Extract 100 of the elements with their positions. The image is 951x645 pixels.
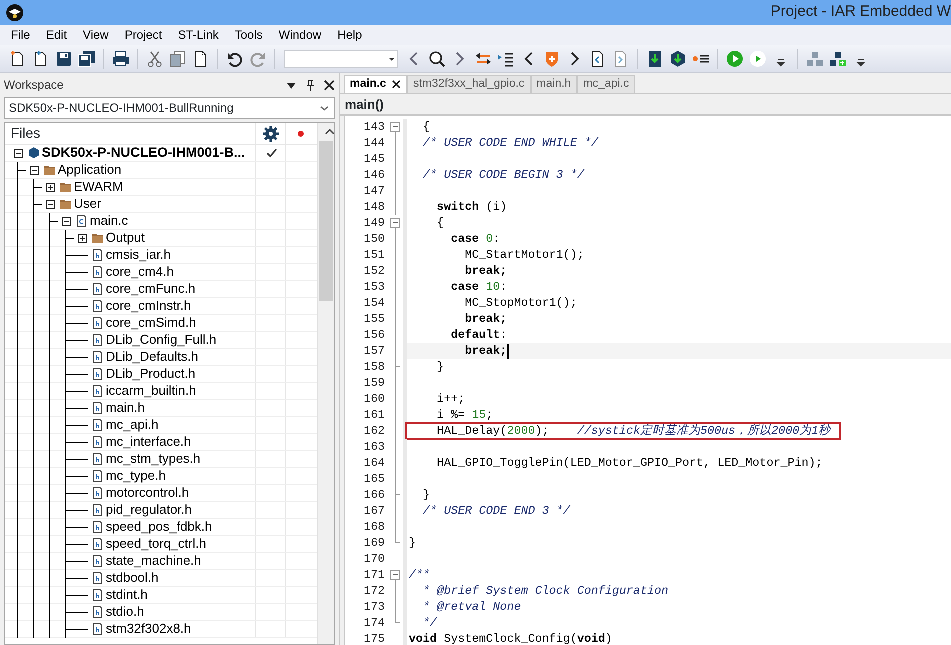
tree-item[interactable]: core_cmFunc.h <box>106 279 196 299</box>
code-line: void SystemClock_Config(void) <box>408 631 612 645</box>
tree-item[interactable]: Output <box>106 228 146 248</box>
code-line: * @brief System Clock Configuration <box>422 583 669 599</box>
header-file-icon <box>92 538 104 550</box>
tree-item[interactable]: stdbool.h <box>106 568 159 588</box>
editor-tab[interactable]: mc_api.c <box>577 75 636 93</box>
code-line: i++; <box>436 391 466 407</box>
tree-item[interactable]: mc_stm_types.h <box>106 449 201 469</box>
scrollbar-thumb[interactable] <box>319 141 333 301</box>
code-line: i %= 15; <box>436 407 494 423</box>
search-icon[interactable] <box>428 50 446 68</box>
editor-tab[interactable]: stm32f3xx_hal_gpio.c <box>407 75 531 93</box>
cut-icon[interactable] <box>146 50 164 68</box>
tree-item[interactable]: core_cm4.h <box>106 262 174 282</box>
blocks-icon[interactable] <box>806 50 824 68</box>
header-file-icon <box>92 504 104 516</box>
expand-icon[interactable] <box>46 182 54 192</box>
play-icon[interactable] <box>726 50 744 68</box>
gear-icon[interactable] <box>262 124 280 142</box>
header-file-icon <box>92 351 104 363</box>
menu-item[interactable]: Window <box>270 25 330 45</box>
tree-item[interactable]: stdint.h <box>106 585 148 605</box>
code-line: { <box>422 119 430 135</box>
expand-icon[interactable] <box>78 234 86 242</box>
tree-item[interactable]: iccarm_builtin.h <box>106 381 196 401</box>
header-file-icon <box>92 334 104 346</box>
header-file-icon <box>92 385 104 397</box>
tree-item[interactable]: DLib_Product.h <box>106 364 196 384</box>
code-line: /* USER CODE BEGIN 3 */ <box>422 167 584 183</box>
header-file-icon <box>92 300 104 312</box>
scrollbar[interactable] <box>317 123 334 644</box>
editor-tab[interactable]: main.h <box>530 75 578 93</box>
tree-item[interactable]: DLib_Defaults.h <box>106 347 198 367</box>
tree-item[interactable]: main.c <box>90 211 128 231</box>
code-line: * @retval None <box>422 599 522 615</box>
collapse-icon[interactable] <box>46 200 54 208</box>
close-icon[interactable] <box>392 80 402 89</box>
folder-icon <box>92 232 104 244</box>
tree-item[interactable]: User <box>74 194 102 214</box>
code-line: HAL_GPIO_TogglePin(LED_Motor_GPIO_Port, LED_Motor_Pin); <box>436 455 823 471</box>
header-file-icon <box>92 436 104 448</box>
menu-item[interactable]: Help <box>330 25 370 45</box>
header-file-icon <box>92 521 104 533</box>
close-icon[interactable] <box>324 80 335 90</box>
code-line: break; <box>464 343 508 359</box>
panel-title: Workspace <box>4 77 65 94</box>
tree-item[interactable]: DLib_Config_Full.h <box>106 330 217 350</box>
tree-item[interactable]: speed_torq_ctrl.h <box>106 534 206 554</box>
tree-item[interactable]: EWARM <box>74 177 124 197</box>
play-small-icon[interactable] <box>748 50 766 68</box>
code-line: MC_StartMotor1(); <box>464 247 584 263</box>
header-file-icon <box>92 572 104 584</box>
menu-item[interactable]: Tools <box>226 25 271 45</box>
menu-item[interactable]: Project <box>116 25 170 45</box>
save-icon[interactable] <box>54 50 72 68</box>
tree-item[interactable]: pid_regulator.h <box>106 500 192 520</box>
collapse-icon[interactable] <box>14 148 22 158</box>
header-file-icon <box>92 402 104 414</box>
tree-item[interactable]: state_machine.h <box>106 551 202 571</box>
tree-item[interactable]: stm32f302x8.h <box>106 619 192 639</box>
app-logo-icon <box>6 4 24 22</box>
code-line: /* USER CODE END WHILE */ <box>422 135 598 151</box>
header-file-icon <box>92 555 104 567</box>
collapse-icon[interactable] <box>30 166 38 174</box>
folder-icon <box>44 164 56 176</box>
menu-item[interactable]: File <box>3 25 38 45</box>
tree-item[interactable]: mc_api.h <box>106 415 159 435</box>
print-icon[interactable] <box>112 50 130 68</box>
tree-item[interactable]: cmsis_iar.h <box>106 245 172 265</box>
menu-item[interactable]: View <box>75 25 117 45</box>
menu-item[interactable]: ST-Link <box>170 25 227 45</box>
editor-tab[interactable]: main.c <box>344 75 408 93</box>
header-file-icon <box>92 453 104 465</box>
code-line: MC_StopMotor1(); <box>464 295 578 311</box>
tree-item[interactable]: stdio.h <box>106 602 144 622</box>
header-file-icon <box>92 623 104 635</box>
copy-icon[interactable] <box>168 50 186 68</box>
hexagon-download-icon[interactable] <box>668 50 686 68</box>
configuration-dropdown[interactable]: SDK50x-P-NUCLEO-IHM001-BullRunning <box>4 97 335 119</box>
tree-item[interactable]: core_cmSimd.h <box>106 313 196 333</box>
header-file-icon <box>92 283 104 295</box>
code-line: /* USER CODE END 3 */ <box>422 503 570 519</box>
pin-icon[interactable] <box>305 80 316 90</box>
search-combo-field[interactable] <box>284 50 398 68</box>
header-file-icon <box>92 470 104 482</box>
header-file-icon <box>92 266 104 278</box>
tree-item[interactable]: speed_pos_fdbk.h <box>106 517 212 537</box>
tree-item[interactable]: mc_type.h <box>106 466 166 486</box>
collapse-icon[interactable] <box>62 216 70 226</box>
menu-item[interactable]: Edit <box>38 25 76 45</box>
code-line: default: <box>450 327 508 343</box>
save-all-icon[interactable] <box>78 50 96 68</box>
tree-item[interactable]: main.h <box>106 398 146 418</box>
tree-item[interactable]: mc_interface.h <box>106 432 192 452</box>
tree-item[interactable]: core_cmInstr.h <box>106 296 192 316</box>
new-file-icon[interactable] <box>8 50 26 68</box>
blocks-plus-icon[interactable] <box>828 50 846 68</box>
tree-item[interactable]: motorcontrol.h <box>106 483 190 503</box>
folder-icon <box>60 181 72 193</box>
